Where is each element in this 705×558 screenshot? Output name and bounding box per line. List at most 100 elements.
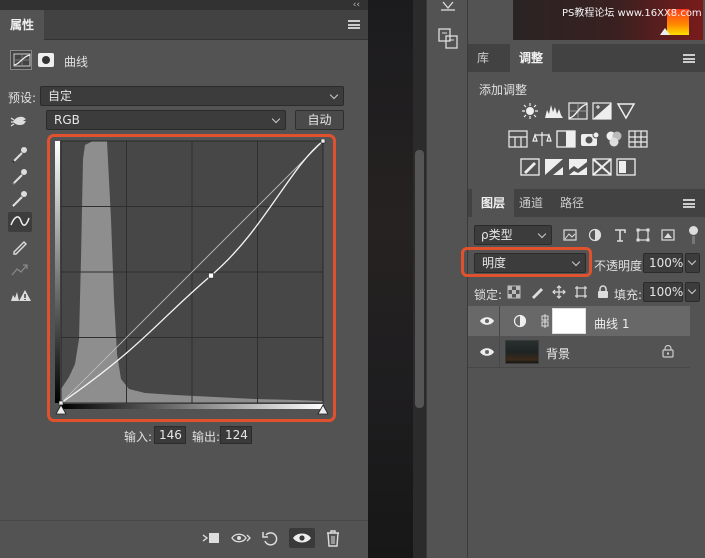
curves-adjustment-icon[interactable] <box>10 50 32 70</box>
lock-position-icon[interactable] <box>552 285 566 299</box>
channel-dropdown[interactable]: RGB <box>46 110 286 130</box>
layer-name[interactable]: 背景 <box>546 345 570 362</box>
view-previous-state-icon[interactable] <box>228 528 254 548</box>
layer-row-background[interactable]: 背景 <box>468 337 690 367</box>
filter-adjustment-icon[interactable] <box>588 228 602 242</box>
input-label: 输入: <box>124 430 153 444</box>
layer-image-thumbnail[interactable] <box>505 340 539 364</box>
filter-pixel-icon[interactable] <box>563 228 577 242</box>
photo-filter-icon[interactable] <box>580 130 600 148</box>
lock-transparent-icon[interactable] <box>507 285 521 299</box>
preset-value: 自定 <box>48 89 73 103</box>
gray-eyedropper-tool[interactable] <box>8 166 32 186</box>
layer-mask-thumbnail[interactable] <box>552 308 586 334</box>
tab-adjustments[interactable]: 调整 <box>510 44 553 72</box>
opacity-label: 不透明度: <box>594 259 647 273</box>
clip-to-layer-icon[interactable] <box>198 528 224 548</box>
invert-icon[interactable] <box>520 158 540 176</box>
color-balance-icon[interactable] <box>532 130 552 148</box>
channel-mixer-icon[interactable] <box>604 130 624 148</box>
filter-toggle-track[interactable] <box>692 236 695 244</box>
blend-mode-dropdown[interactable]: 明度 <box>474 253 586 273</box>
layer-mask-icon[interactable] <box>38 53 54 67</box>
curves-icon[interactable] <box>568 102 588 120</box>
tab-layers[interactable]: 图层 <box>472 189 515 217</box>
pencil-tool[interactable] <box>8 236 32 256</box>
tab-properties[interactable]: 属性 <box>0 10 45 40</box>
posterize-icon[interactable] <box>544 158 564 176</box>
brightness-contrast-icon[interactable] <box>520 102 540 120</box>
output-label: 输出: <box>192 430 221 444</box>
lock-all-icon[interactable] <box>596 285 610 299</box>
layer-name[interactable]: 曲线 1 <box>594 315 629 332</box>
hue-caret-icon[interactable] <box>660 28 670 35</box>
filter-type-icon[interactable] <box>613 228 627 242</box>
lock-label: 锁定: <box>474 288 503 302</box>
gradient-map-icon[interactable] <box>616 158 636 176</box>
delete-trash-icon[interactable] <box>320 528 346 548</box>
canvas-image <box>368 0 413 558</box>
panel-menu-icon[interactable] <box>683 199 695 208</box>
opacity-dropdown-button[interactable] <box>685 253 700 273</box>
curves-graph[interactable] <box>55 139 331 421</box>
collapse-panel-button[interactable]: ‹‹ <box>353 0 360 10</box>
layer-divider <box>499 337 500 367</box>
exposure-icon[interactable] <box>592 102 612 120</box>
auto-button[interactable]: 自动 <box>295 110 344 130</box>
filter-smart-object-icon[interactable] <box>661 228 675 242</box>
preset-dropdown[interactable]: 自定 <box>40 86 344 106</box>
white-eyedropper-tool[interactable] <box>8 188 32 208</box>
filter-kind-value: ρ类型 <box>481 228 513 242</box>
levels-icon[interactable] <box>544 102 564 120</box>
input-gradient-bar <box>61 404 323 409</box>
layer-divider <box>499 306 500 336</box>
chevron-down-icon <box>571 257 581 267</box>
right-panels: PS教程论坛 www.16XX8.com 库 调整 添加调整 图层 通道 路径 … <box>461 0 705 558</box>
white-point-handle <box>320 139 326 144</box>
lock-artboard-icon[interactable] <box>574 285 588 299</box>
curve-point-tool[interactable] <box>8 212 32 232</box>
clone-source-icon[interactable] <box>435 26 461 52</box>
color-lookup-icon[interactable] <box>628 130 648 148</box>
output-gradient-bar <box>55 141 60 403</box>
panel-menu-icon[interactable] <box>683 54 695 63</box>
layer-filter-kind[interactable]: ρ类型 <box>474 225 552 245</box>
preset-label: 预设: <box>8 91 37 105</box>
mask-link-icon[interactable] <box>540 312 550 330</box>
opacity-field[interactable]: 100% <box>643 253 683 273</box>
tab-paths[interactable]: 路径 <box>551 189 593 217</box>
layers-separator <box>468 367 690 368</box>
selective-color-icon[interactable] <box>592 158 612 176</box>
reset-icon[interactable] <box>258 528 284 548</box>
clipping-warning-icon[interactable] <box>8 286 32 306</box>
channel-value: RGB <box>54 113 80 127</box>
tab-channels[interactable]: 通道 <box>510 189 552 217</box>
brush-settings-icon[interactable] <box>435 0 461 12</box>
layer-visibility-eye-icon[interactable] <box>480 346 494 358</box>
vibrance-icon[interactable] <box>616 102 636 120</box>
fill-label: 填充: <box>614 288 643 302</box>
lock-image-pixels-icon[interactable] <box>530 285 544 299</box>
visibility-eye-icon[interactable] <box>289 528 315 548</box>
layer-row-curves[interactable]: 曲线 1 <box>468 306 690 336</box>
input-value-field[interactable]: 146 <box>154 426 186 444</box>
layer-visibility-eye-icon[interactable] <box>480 315 494 327</box>
layer-lock-icon <box>662 345 674 358</box>
smooth-curve-icon[interactable] <box>8 260 32 280</box>
black-eyedropper-tool[interactable] <box>8 144 32 164</box>
filter-shape-icon[interactable] <box>636 228 650 242</box>
chevron-down-icon <box>537 229 547 239</box>
panel-menu-icon[interactable] <box>348 20 360 29</box>
threshold-icon[interactable] <box>568 158 588 176</box>
scrollbar-thumb[interactable] <box>415 150 424 408</box>
black-white-icon[interactable] <box>556 130 576 148</box>
tab-library[interactable]: 库 <box>468 44 498 72</box>
document-canvas[interactable] <box>368 0 426 558</box>
filter-toggle-knob[interactable] <box>689 226 698 235</box>
hand-target-tool[interactable] <box>8 111 32 131</box>
hue-saturation-icon[interactable] <box>508 130 528 148</box>
add-adjustment-title: 添加调整 <box>479 83 528 97</box>
fill-field[interactable]: 100% <box>643 282 683 302</box>
fill-dropdown-button[interactable] <box>685 282 700 302</box>
output-value-field[interactable]: 124 <box>220 426 252 444</box>
